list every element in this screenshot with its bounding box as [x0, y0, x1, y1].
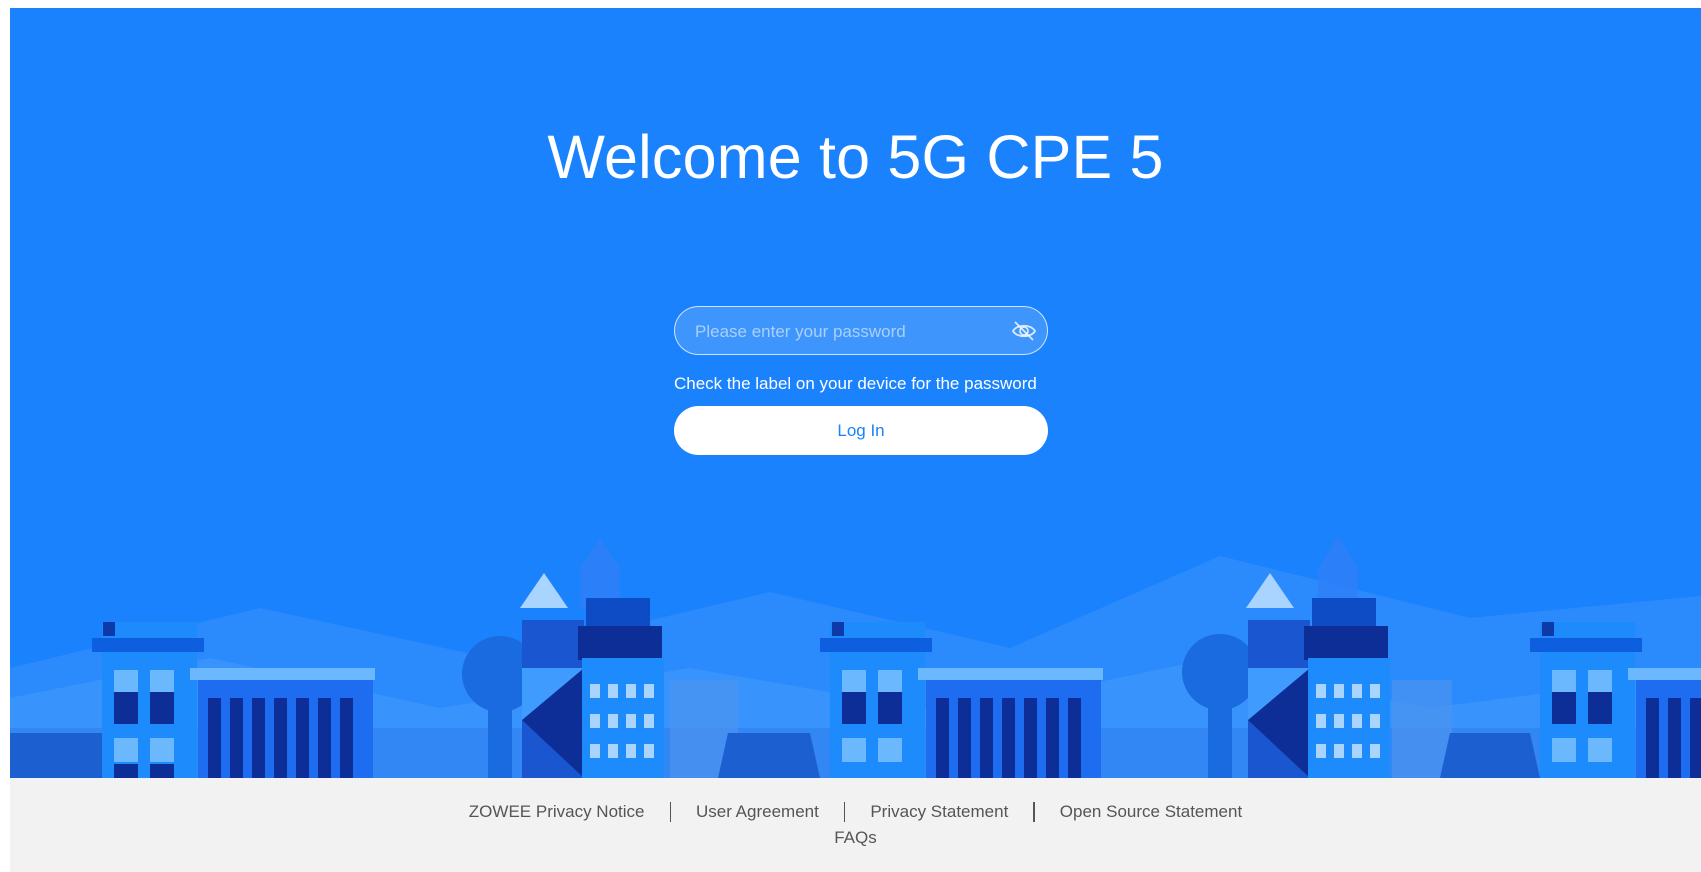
footer-link-faqs[interactable]: FAQs — [834, 828, 877, 847]
footer-separator — [1033, 802, 1035, 822]
footer-link-privacy-statement[interactable]: Privacy Statement — [870, 802, 1008, 822]
footer-link-open-source-statement[interactable]: Open Source Statement — [1060, 802, 1242, 822]
password-input[interactable] — [693, 307, 997, 356]
footer-separator — [669, 802, 671, 822]
hero-banner: Welcome to 5G CPE 5 Check the label on y… — [10, 8, 1701, 778]
password-field-wrapper — [674, 306, 1048, 356]
login-button[interactable]: Log In — [674, 406, 1048, 455]
eye-slash-icon[interactable] — [1010, 318, 1038, 344]
footer-link-zowee-privacy-notice[interactable]: ZOWEE Privacy Notice — [469, 802, 645, 822]
password-hint: Check the label on your device for the p… — [674, 374, 1037, 393]
footer: ZOWEE Privacy Notice User Agreement Priv… — [10, 778, 1701, 872]
page-title: Welcome to 5G CPE 5 — [547, 123, 1164, 191]
footer-separator — [843, 802, 846, 822]
footer-links: ZOWEE Privacy Notice User Agreement Priv… — [10, 802, 1701, 822]
footer-link-user-agreement[interactable]: User Agreement — [696, 802, 819, 822]
